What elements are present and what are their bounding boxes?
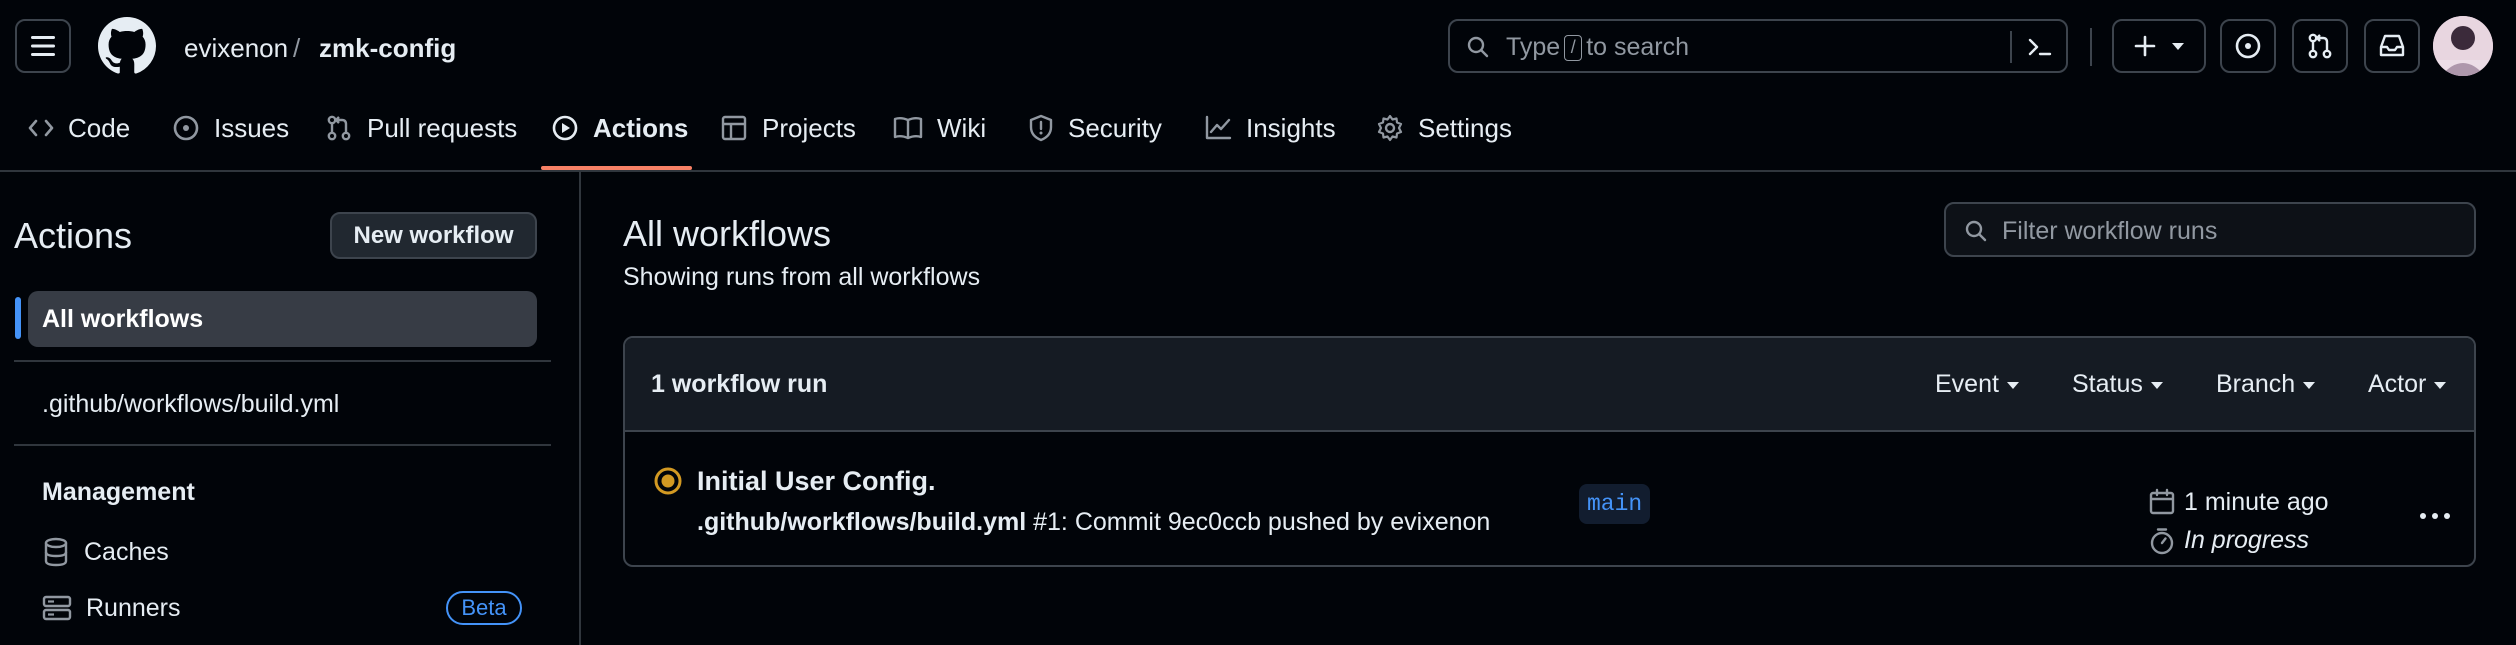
global-header: evixenon / zmk-config Type / to search Cod… bbox=[0, 0, 2516, 172]
tab-wiki-label: Wiki bbox=[937, 112, 987, 143]
shield-icon bbox=[1029, 114, 1053, 142]
git-pull-request-icon bbox=[2308, 33, 2332, 59]
tab-actions-label: Actions bbox=[593, 112, 689, 143]
issue-opened-icon bbox=[173, 115, 199, 141]
calendar-icon bbox=[2149, 488, 2175, 515]
tab-insights[interactable]: Insights bbox=[1204, 108, 1336, 148]
stopwatch-icon bbox=[2150, 528, 2174, 555]
global-search-input[interactable]: Type / to search bbox=[1448, 19, 2068, 73]
gear-icon bbox=[1377, 114, 1403, 142]
sidebar-divider bbox=[579, 172, 581, 645]
run-duration-row bbox=[2149, 527, 2175, 555]
caret-down-icon bbox=[2150, 381, 2163, 389]
page-subtitle: Showing runs from all workflows bbox=[623, 263, 981, 291]
run-meta: .github/workflows/build.yml #1: Commit 9… bbox=[697, 504, 1490, 540]
management-heading: Management bbox=[42, 478, 195, 506]
filter-placeholder: Filter workflow runs bbox=[2002, 217, 2218, 245]
sidebar-item-build-workflow[interactable]: .github/workflows/build.yml bbox=[42, 386, 339, 422]
command-palette-icon[interactable] bbox=[2027, 35, 2053, 59]
search-divider bbox=[2010, 31, 2012, 63]
triangle-down-icon bbox=[2172, 43, 2184, 50]
branch-label[interactable]: main bbox=[1579, 484, 1651, 524]
tab-wiki[interactable]: Wiki bbox=[893, 108, 986, 148]
filter-workflow-runs-input[interactable]: Filter workflow runs bbox=[1944, 202, 2476, 257]
caret-down-icon bbox=[2006, 381, 2019, 389]
graph-icon bbox=[1205, 115, 1232, 140]
branch-filter[interactable]: Branch bbox=[2216, 366, 2316, 402]
sidebar-divider-1 bbox=[14, 360, 551, 362]
table-icon bbox=[721, 115, 747, 141]
workflow-runs-list: 1 workflow run Event Status Branch Actor… bbox=[623, 336, 2476, 567]
tab-code[interactable]: Code bbox=[28, 108, 130, 148]
play-icon bbox=[552, 115, 578, 141]
run-relative-time: 1 minute ago bbox=[2184, 488, 2329, 516]
tab-issues[interactable]: Issues bbox=[172, 108, 289, 148]
caret-down-icon bbox=[2303, 381, 2316, 389]
sidebar-item-caches-label: Caches bbox=[84, 538, 169, 566]
database-icon bbox=[44, 537, 68, 567]
menu-button[interactable] bbox=[15, 19, 71, 73]
code-icon bbox=[28, 119, 54, 137]
search-icon bbox=[1965, 220, 1987, 242]
run-workflow-name: .github/workflows/build.yml bbox=[697, 508, 1027, 536]
in-progress-status-icon bbox=[654, 467, 682, 495]
sidebar-divider-2 bbox=[14, 444, 551, 446]
plus-icon bbox=[2134, 35, 2156, 57]
repo-separator: / bbox=[293, 33, 301, 63]
tab-projects-label: Projects bbox=[762, 112, 856, 143]
book-icon bbox=[893, 117, 923, 140]
run-status-text: In progress bbox=[2184, 526, 2310, 554]
issue-opened-icon bbox=[2235, 33, 2261, 59]
inbox-icon bbox=[2379, 34, 2405, 57]
slash-key-hint: / bbox=[1564, 35, 1583, 61]
search-icon bbox=[1467, 36, 1489, 58]
tab-pull-requests[interactable]: Pull requests bbox=[325, 108, 517, 148]
github-logo-icon[interactable] bbox=[98, 17, 156, 75]
sidebar-item-caches[interactable]: Caches bbox=[42, 534, 169, 570]
search-placeholder: Type / to search bbox=[1506, 33, 1690, 61]
tab-security-label: Security bbox=[1068, 112, 1162, 143]
inbox-button[interactable] bbox=[2364, 19, 2420, 73]
repo-owner-link[interactable]: evixenon bbox=[184, 30, 288, 66]
tab-projects[interactable]: Projects bbox=[720, 108, 856, 148]
tab-issues-label: Issues bbox=[214, 112, 290, 143]
run-meta-detail: #1: Commit 9ec0ccb pushed by evixenon bbox=[1026, 508, 1491, 536]
hamburger-icon bbox=[31, 36, 55, 56]
tab-security[interactable]: Security bbox=[1028, 108, 1162, 148]
run-options-button[interactable] bbox=[2405, 494, 2465, 538]
run-title-link[interactable]: Initial User Config. bbox=[697, 462, 936, 500]
kebab-horizontal-icon bbox=[2420, 513, 2450, 519]
active-tab-underline bbox=[541, 166, 692, 170]
tab-insights-label: Insights bbox=[1246, 112, 1336, 143]
repo-name-link[interactable]: zmk-config bbox=[319, 30, 456, 66]
create-new-button[interactable] bbox=[2112, 19, 2206, 73]
pull-requests-button[interactable] bbox=[2292, 19, 2348, 73]
runs-list-header: 1 workflow run Event Status Branch Actor bbox=[625, 338, 2474, 432]
run-time-row bbox=[2149, 488, 2175, 516]
page-title: All workflows bbox=[623, 213, 832, 254]
avatar[interactable] bbox=[2433, 16, 2493, 76]
server-icon bbox=[42, 595, 72, 621]
status-filter[interactable]: Status bbox=[2072, 366, 2163, 402]
tab-settings-label: Settings bbox=[1418, 112, 1512, 143]
beta-badge: Beta bbox=[446, 591, 522, 625]
runs-count: 1 workflow run bbox=[651, 370, 828, 398]
actor-filter[interactable]: Actor bbox=[2368, 366, 2447, 402]
tab-settings[interactable]: Settings bbox=[1376, 108, 1512, 148]
git-pull-request-icon bbox=[327, 115, 351, 141]
tab-pull-requests-label: Pull requests bbox=[367, 112, 518, 143]
tab-actions[interactable]: Actions bbox=[551, 108, 688, 148]
sidebar-item-runners-label: Runners bbox=[86, 594, 181, 622]
sidebar-item-runners[interactable]: Runners bbox=[42, 590, 181, 626]
header-divider bbox=[2090, 28, 2092, 66]
caret-down-icon bbox=[2434, 381, 2447, 389]
event-filter[interactable]: Event bbox=[1935, 366, 2019, 402]
active-item-indicator bbox=[15, 297, 21, 339]
sidebar-item-all-workflows-label: All workflows bbox=[42, 305, 204, 333]
issues-button[interactable] bbox=[2220, 19, 2276, 73]
tab-code-label: Code bbox=[68, 112, 131, 143]
sidebar-title: Actions bbox=[14, 215, 133, 256]
new-workflow-button[interactable]: New workflow bbox=[330, 212, 537, 259]
